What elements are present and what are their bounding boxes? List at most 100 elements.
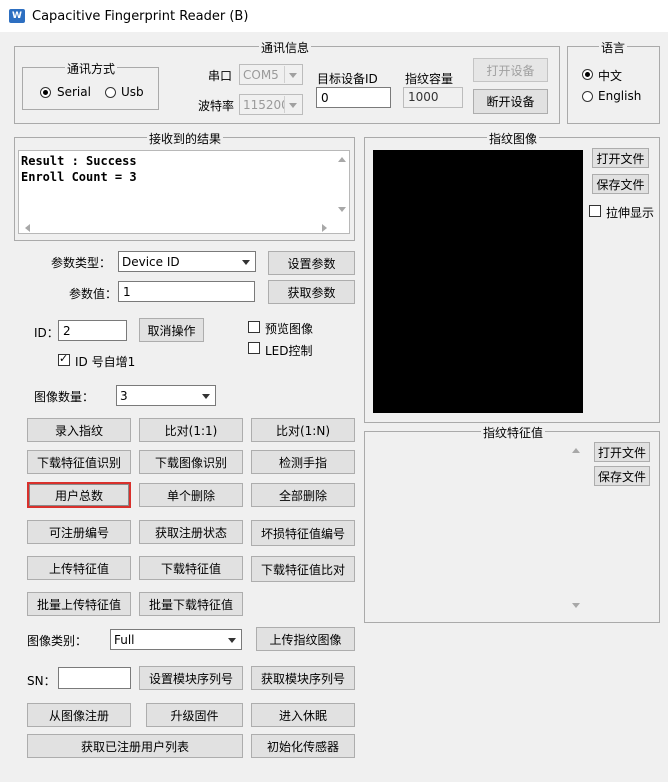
- image-count-select[interactable]: 3: [116, 385, 216, 406]
- get-enrolled-user-list-button[interactable]: 获取已注册用户列表: [27, 734, 243, 758]
- init-sensor-button[interactable]: 初始化传感器: [251, 734, 355, 758]
- get-param-button[interactable]: 获取参数: [268, 280, 355, 304]
- download-feature-button[interactable]: 下载特征值: [139, 556, 243, 580]
- scroll-up-icon[interactable]: [572, 448, 580, 453]
- chevron-down-icon: [238, 253, 254, 270]
- id-auto-increment-label[interactable]: ID 号自增1: [75, 353, 135, 370]
- usb-radio[interactable]: [105, 87, 116, 98]
- id-auto-increment-checkbox[interactable]: [58, 352, 70, 366]
- comm-method-legend: 通讯方式: [65, 60, 118, 77]
- scroll-down-icon[interactable]: [338, 207, 346, 212]
- result-legend: 接收到的结果: [147, 130, 224, 147]
- chevron-down-icon: [284, 96, 301, 113]
- param-value-label: 参数值：: [69, 287, 118, 301]
- preview-image-checkbox[interactable]: [248, 321, 260, 333]
- enrollable-id-button[interactable]: 可注册编号: [27, 520, 131, 544]
- capacity-field: 1000: [403, 87, 463, 108]
- port-label: 串口: [208, 69, 233, 83]
- sn-input[interactable]: [58, 667, 131, 689]
- capacity-label: 指纹容量: [405, 72, 454, 86]
- image-type-label: 图像类别：: [27, 634, 88, 648]
- serial-radio[interactable]: [40, 87, 51, 98]
- sn-label: SN：: [27, 674, 56, 688]
- usb-label[interactable]: Usb: [121, 85, 144, 99]
- image-save-file-button[interactable]: 保存文件: [592, 174, 649, 194]
- image-open-file-button[interactable]: 打开文件: [592, 148, 649, 168]
- scroll-up-icon[interactable]: [338, 157, 346, 162]
- chinese-label[interactable]: 中文: [598, 67, 622, 84]
- delete-one-button[interactable]: 单个删除: [139, 483, 243, 507]
- chevron-down-icon: [284, 66, 301, 83]
- id-input[interactable]: [58, 320, 127, 341]
- scroll-down-icon[interactable]: [572, 603, 580, 608]
- set-param-button[interactable]: 设置参数: [268, 251, 355, 275]
- download-feature-identify-button[interactable]: 下载特征值识别: [27, 450, 131, 474]
- baud-select[interactable]: 115200: [239, 94, 303, 115]
- get-enroll-status-button[interactable]: 获取注册状态: [139, 520, 243, 544]
- window-title: Capacitive Fingerprint Reader (B): [32, 9, 249, 24]
- feature-save-file-button[interactable]: 保存文件: [594, 466, 650, 486]
- feature-textarea[interactable]: [369, 441, 585, 618]
- port-value: COM5: [243, 68, 279, 82]
- enroll-from-image-button[interactable]: 从图像注册: [27, 703, 131, 727]
- param-value-input[interactable]: [118, 281, 255, 302]
- delete-all-button[interactable]: 全部删除: [251, 483, 355, 507]
- param-type-label: 参数类型：: [51, 256, 112, 270]
- scroll-right-icon[interactable]: [322, 224, 327, 232]
- comm-info-legend: 通讯信息: [259, 39, 312, 56]
- stretch-display-label[interactable]: 拉伸显示: [606, 204, 654, 221]
- result-line-1: Result : Success: [21, 154, 137, 168]
- open-device-button[interactable]: 打开设备: [473, 58, 548, 82]
- batch-download-feature-button[interactable]: 批量下载特征值: [139, 592, 243, 616]
- baud-value: 115200: [243, 98, 289, 112]
- param-type-select[interactable]: Device ID: [118, 251, 256, 272]
- upgrade-firmware-button[interactable]: 升级固件: [146, 703, 243, 727]
- id-label: ID：: [34, 326, 59, 340]
- batch-upload-feature-button[interactable]: 批量上传特征值: [27, 592, 131, 616]
- title-bar: W Capacitive Fingerprint Reader (B): [0, 0, 668, 32]
- match-1-1-button[interactable]: 比对(1:1): [139, 418, 243, 442]
- enter-sleep-button[interactable]: 进入休眠: [251, 703, 355, 727]
- detect-finger-button[interactable]: 检测手指: [251, 450, 355, 474]
- scroll-left-icon[interactable]: [25, 224, 30, 232]
- target-id-label: 目标设备ID: [317, 72, 378, 86]
- download-feature-compare-button[interactable]: 下载特征值比对: [251, 556, 355, 582]
- chevron-down-icon: [198, 387, 214, 404]
- image-type-select[interactable]: Full: [110, 629, 242, 650]
- feature-open-file-button[interactable]: 打开文件: [594, 442, 650, 462]
- param-type-value: Device ID: [122, 255, 180, 269]
- app-window: W Capacitive Fingerprint Reader (B) 通讯信息…: [0, 0, 668, 782]
- download-image-identify-button[interactable]: 下载图像识别: [139, 450, 243, 474]
- port-select[interactable]: COM5: [239, 64, 303, 85]
- chinese-radio[interactable]: [582, 69, 593, 80]
- fingerprint-image-canvas: [373, 150, 583, 413]
- language-group: 语言: [567, 39, 660, 124]
- baud-label: 波特率: [198, 99, 235, 113]
- stretch-display-checkbox[interactable]: [589, 205, 601, 217]
- get-module-sn-button[interactable]: 获取模块序列号: [251, 666, 355, 690]
- enroll-fingerprint-button[interactable]: 录入指纹: [27, 418, 131, 442]
- match-1-n-button[interactable]: 比对(1:N): [251, 418, 355, 442]
- english-label[interactable]: English: [598, 89, 641, 103]
- preview-image-label[interactable]: 预览图像: [265, 320, 313, 337]
- image-count-label: 图像数量：: [34, 390, 95, 404]
- feature-legend: 指纹特征值: [481, 424, 546, 441]
- led-control-checkbox[interactable]: [248, 342, 260, 354]
- upload-feature-button[interactable]: 上传特征值: [27, 556, 131, 580]
- fingerprint-image-legend: 指纹图像: [487, 130, 540, 147]
- target-id-input[interactable]: [316, 87, 391, 108]
- app-logo-icon: W: [9, 9, 25, 23]
- chevron-down-icon: [224, 631, 240, 648]
- damaged-feature-id-button[interactable]: 坏损特征值编号: [251, 520, 355, 546]
- result-line-2: Enroll Count = 3: [21, 170, 137, 184]
- serial-label[interactable]: Serial: [57, 85, 91, 99]
- result-textarea[interactable]: Result : Success Enroll Count = 3: [18, 150, 350, 234]
- upload-fingerprint-image-button[interactable]: 上传指纹图像: [256, 627, 355, 651]
- close-device-button[interactable]: 断开设备: [473, 89, 548, 114]
- image-count-value: 3: [120, 389, 128, 403]
- set-module-sn-button[interactable]: 设置模块序列号: [139, 666, 243, 690]
- user-total-button[interactable]: 用户总数: [27, 482, 131, 508]
- led-control-label[interactable]: LED控制: [265, 342, 313, 359]
- cancel-operation-button[interactable]: 取消操作: [139, 318, 204, 342]
- english-radio[interactable]: [582, 91, 593, 102]
